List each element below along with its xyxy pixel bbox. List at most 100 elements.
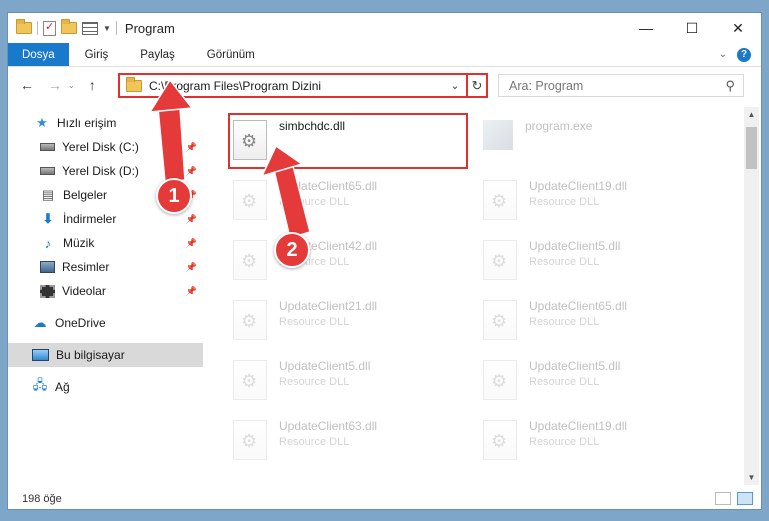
dll-file-icon (233, 240, 267, 280)
file-name: UpdateClient5.dll (529, 239, 621, 253)
file-item[interactable]: UpdateClient65.dll Resource DLL (233, 177, 468, 229)
drive-icon (40, 167, 55, 175)
title-bar: ▼ Program — ☐ ✕ (8, 13, 761, 43)
sidebar-item-pictures[interactable]: Resimler 📌 (8, 255, 203, 279)
address-path[interactable]: C:\Program Files\Program Dizini (149, 79, 321, 93)
sidebar-item-label: Müzik (63, 236, 95, 250)
scroll-up-icon[interactable]: ▲ (744, 107, 759, 122)
scroll-thumb[interactable] (746, 127, 757, 169)
file-item[interactable]: UpdateClient5.dll Resource DLL (233, 357, 468, 409)
sidebar-item-onedrive[interactable]: ☁ OneDrive (8, 311, 203, 335)
expand-ribbon-icon[interactable]: ⌄ (719, 49, 727, 60)
recent-locations-icon[interactable]: ⌄ (68, 81, 75, 90)
customize-toolbar-icon[interactable]: ▼ (103, 24, 111, 33)
file-item[interactable]: UpdateClient5.dll Resource DLL (483, 357, 718, 409)
window-controls: — ☐ ✕ (623, 13, 761, 43)
file-name: UpdateClient19.dll (529, 179, 628, 193)
file-type: Resource DLL (529, 316, 600, 328)
file-highlight-box (228, 113, 468, 169)
sidebar-item-videos[interactable]: Videolar 📌 (8, 279, 203, 303)
file-item[interactable]: UpdateClient21.dll Resource DLL (233, 297, 468, 349)
large-icons-view-icon[interactable] (737, 492, 753, 505)
explorer-window: ▼ Program — ☐ ✕ Dosya Giriş Paylaş Görün… (7, 12, 762, 510)
dll-file-icon (233, 360, 267, 400)
sidebar-item-label: Resimler (62, 260, 110, 274)
sidebar-item-label: OneDrive (55, 316, 106, 330)
download-icon: ⬇ (42, 211, 54, 226)
sidebar-item-label: Yerel Disk (D:) (62, 164, 139, 178)
ribbon-tabs: Dosya Giriş Paylaş Görünüm ⌄ ? (8, 43, 761, 67)
new-folder-icon[interactable] (61, 19, 77, 34)
pin-icon[interactable]: 📌 (186, 286, 197, 297)
file-name: UpdateClient63.dll (279, 419, 378, 433)
sidebar-item-this-pc[interactable]: Bu bilgisayar (8, 343, 203, 367)
sidebar-item-quick-access[interactable]: ★ Hızlı erişim (8, 111, 203, 135)
tab-home[interactable]: Giriş (69, 43, 125, 66)
dll-file-icon (483, 360, 517, 400)
sidebar-item-network[interactable]: 🖧 Ağ (8, 375, 203, 399)
pin-icon[interactable]: 📌 (186, 142, 197, 153)
back-arrow-icon[interactable]: ← (20, 77, 34, 93)
search-icon[interactable]: ⚲ (725, 78, 735, 94)
file-type: Resource DLL (279, 316, 350, 328)
sidebar-item-music[interactable]: ♪ Müzik 📌 (8, 231, 203, 255)
file-item[interactable]: UpdateClient65.dll Resource DLL (483, 297, 718, 349)
navigation-buttons: ← → ⌄ ↑ (8, 77, 116, 93)
video-icon (40, 284, 55, 298)
sidebar-item-label: Ağ (55, 380, 70, 394)
close-button[interactable]: ✕ (715, 13, 761, 43)
sidebar-item-label: İndirmeler (63, 212, 117, 226)
music-icon: ♪ (44, 235, 52, 251)
address-bar[interactable]: C:\Program Files\Program Dizini ⌄ ↻ (118, 73, 488, 98)
sidebar-item-label: Yerel Disk (C:) (62, 140, 139, 154)
exe-file-icon (483, 120, 513, 150)
search-input[interactable]: Ara: Program ⚲ (498, 74, 744, 97)
vertical-scrollbar[interactable]: ▲ ▼ (744, 107, 759, 485)
file-name: UpdateClient65.dll (279, 179, 378, 193)
scroll-down-icon[interactable]: ▼ (744, 470, 759, 485)
file-name: UpdateClient21.dll (279, 299, 378, 313)
status-bar: 198 öğe (8, 487, 761, 509)
refresh-icon[interactable]: ↻ (466, 75, 486, 96)
pin-icon[interactable]: 📌 (186, 238, 197, 249)
file-item[interactable]: UpdateClient5.dll Resource DLL (483, 237, 718, 289)
up-arrow-icon[interactable]: ↑ (89, 77, 96, 93)
view-options-icon[interactable] (82, 21, 98, 35)
address-dropdown-icon[interactable]: ⌄ (446, 75, 464, 96)
toolbar-separator (115, 21, 117, 35)
file-name: UpdateClient65.dll (529, 299, 628, 313)
tab-share[interactable]: Paylaş (124, 43, 191, 66)
file-item[interactable]: UpdateClient42.dllResource DLL (233, 237, 468, 289)
maximize-button[interactable]: ☐ (669, 13, 715, 43)
document-icon: ▤ (41, 187, 55, 202)
dll-file-icon (483, 240, 517, 280)
pin-icon[interactable]: 📌 (186, 214, 197, 225)
file-type: Resource DLL (279, 376, 350, 388)
help-icon[interactable]: ? (737, 47, 751, 62)
pin-icon[interactable]: 📌 (186, 166, 197, 177)
file-item[interactable]: UpdateClient19.dll Resource DLL (483, 417, 718, 469)
star-icon: ★ (36, 115, 48, 130)
cloud-icon: ☁ (33, 315, 47, 330)
forward-arrow-icon[interactable]: → (48, 77, 62, 93)
minimize-button[interactable]: — (623, 13, 669, 43)
file-name: UpdateClient5.dll (529, 359, 621, 373)
file-item[interactable]: UpdateClient19.dll Resource DLL (483, 177, 718, 229)
tab-view[interactable]: Görünüm (191, 43, 271, 66)
sidebar-item-local-disk-c[interactable]: Yerel Disk (C:) 📌 (8, 135, 203, 159)
pin-icon[interactable]: 📌 (186, 262, 197, 273)
dll-file-icon (483, 300, 517, 340)
navigation-pane: ★ Hızlı erişim Yerel Disk (C:) 📌 Yerel D… (8, 107, 205, 487)
sidebar-item-label: Bu bilgisayar (56, 348, 125, 362)
ribbon-right: ⌄ ? (719, 43, 761, 66)
file-item-program-exe[interactable]: program.exe (483, 117, 718, 169)
dll-file-icon (233, 180, 267, 220)
file-item[interactable]: UpdateClient63.dll Resource DLL (233, 417, 468, 469)
folder-icon (126, 76, 142, 92)
pictures-icon (40, 261, 55, 273)
details-view-icon[interactable] (715, 492, 731, 505)
properties-icon[interactable] (43, 20, 56, 36)
file-type: Resource DLL (529, 436, 600, 448)
file-name: program.exe (525, 119, 593, 133)
tab-file[interactable]: Dosya (8, 43, 69, 66)
